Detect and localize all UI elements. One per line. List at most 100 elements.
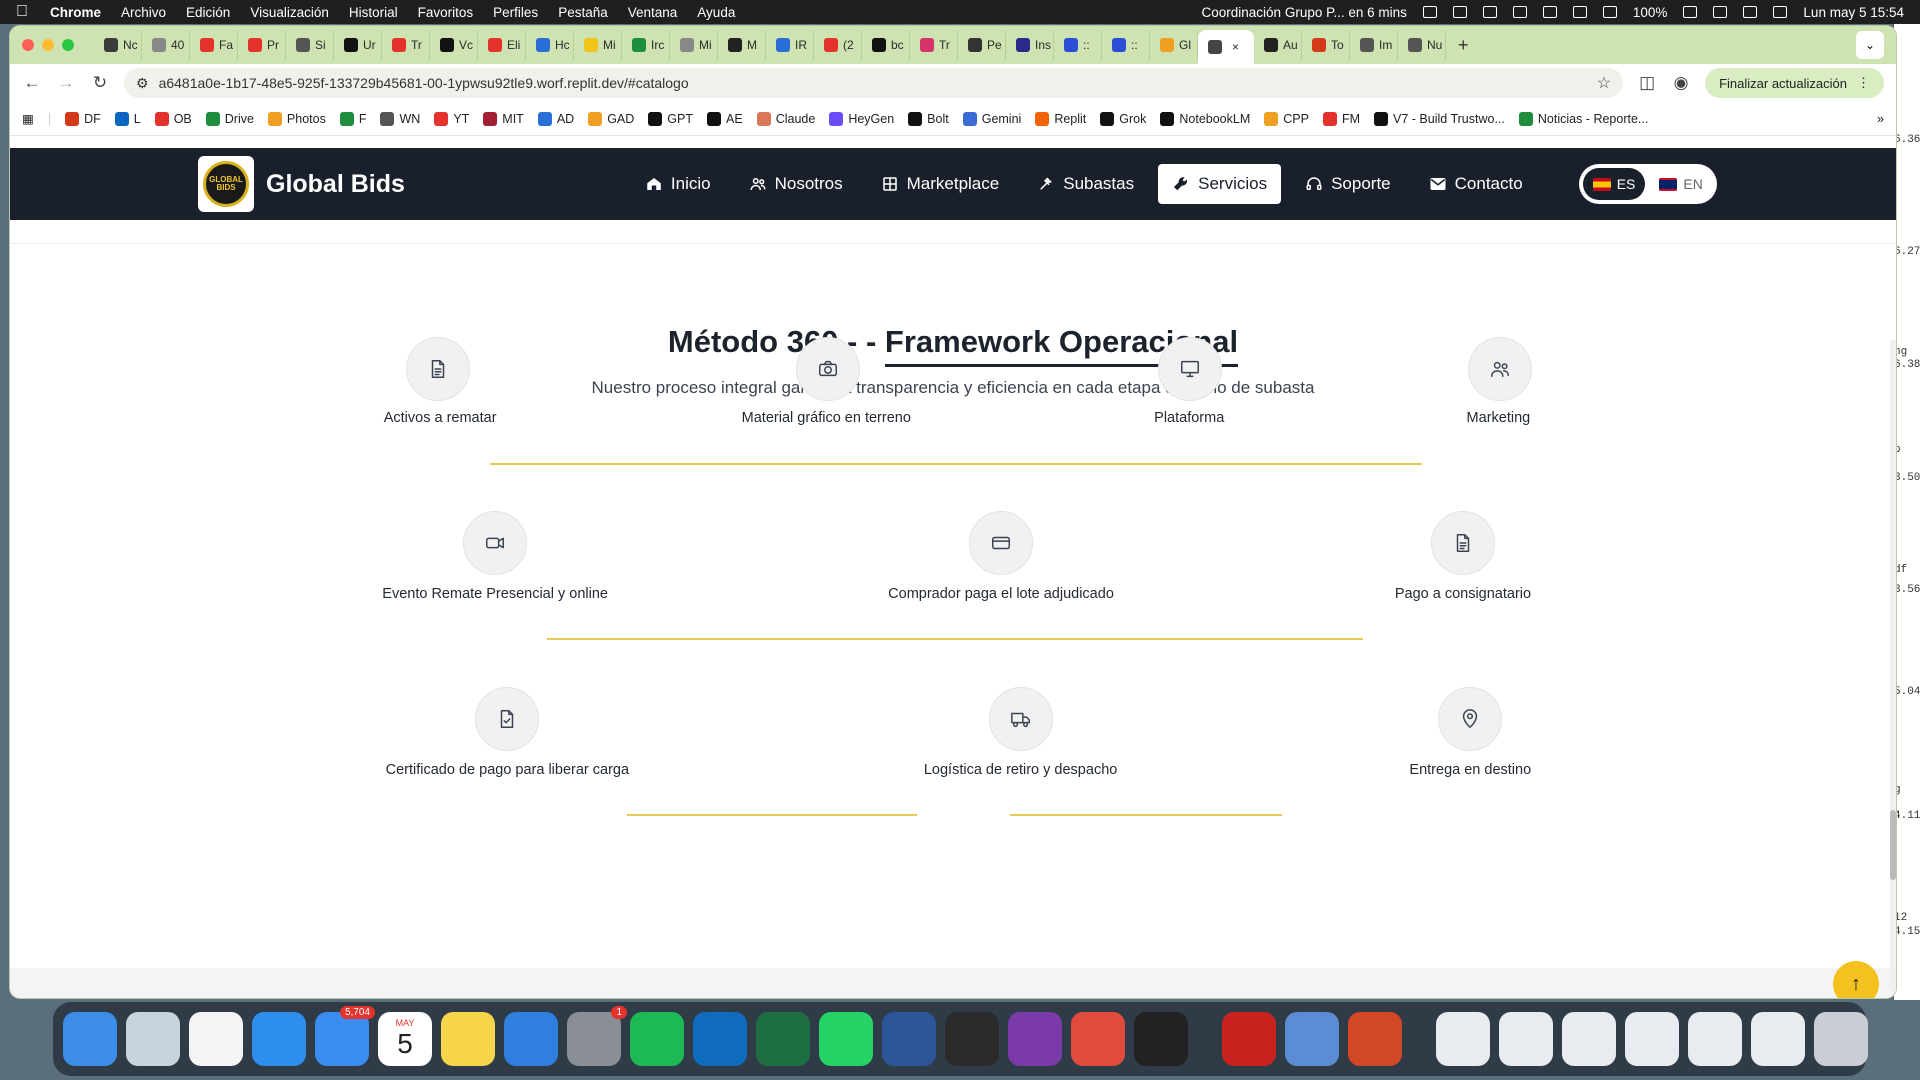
bookmark-item[interactable]: L: [114, 111, 141, 126]
browser-tab[interactable]: ×: [1198, 30, 1254, 64]
bookmark-item[interactable]: GPT: [648, 111, 693, 126]
mute-icon[interactable]: [1572, 6, 1587, 18]
battery-percent[interactable]: 100%: [1633, 5, 1668, 20]
nav-marketplace[interactable]: Marketplace: [867, 164, 1014, 204]
browser-tab[interactable]: Pr: [238, 30, 286, 60]
zoom-window-button[interactable]: [62, 39, 74, 51]
bookmark-item[interactable]: Noticias - Reporte...: [1518, 111, 1648, 126]
dock-finder-icon[interactable]: [63, 1012, 117, 1066]
bookmark-item[interactable]: F: [339, 111, 366, 126]
battery-icon[interactable]: [1683, 6, 1698, 18]
browser-tab[interactable]: IR: [766, 30, 814, 60]
play-icon[interactable]: [1512, 6, 1527, 18]
dock-mail-icon[interactable]: 5,704: [315, 1006, 375, 1066]
nav-contacto[interactable]: Contacto: [1415, 164, 1537, 204]
bookmark-item[interactable]: AD: [537, 111, 574, 126]
site-logo[interactable]: GLOBAL BIDS: [198, 156, 254, 212]
menu-perfiles[interactable]: Perfiles: [493, 5, 538, 20]
browser-tab[interactable]: Au: [1254, 30, 1302, 60]
bookmark-item[interactable]: HeyGen: [829, 111, 894, 126]
omnibox[interactable]: ⚙ a6481a0e-1b17-48e5-925f-133729b45681-0…: [124, 68, 1624, 98]
close-tab-icon[interactable]: ×: [1232, 40, 1239, 54]
bookmark-item[interactable]: CPP: [1264, 111, 1309, 126]
menu-archivo[interactable]: Archivo: [121, 5, 166, 20]
browser-tab[interactable]: M: [718, 30, 766, 60]
bookmark-item[interactable]: DF: [65, 111, 101, 126]
browser-tab[interactable]: To: [1302, 30, 1350, 60]
dock-word-icon[interactable]: [882, 1012, 936, 1066]
menu-edicion[interactable]: Edición: [186, 5, 230, 20]
browser-tab[interactable]: Fa: [190, 30, 238, 60]
kebab-menu-icon[interactable]: ⋮: [1857, 75, 1870, 91]
close-window-button[interactable]: [22, 39, 34, 51]
browser-tab[interactable]: Vc: [430, 30, 478, 60]
browser-tab[interactable]: Nc: [94, 30, 142, 60]
dock-window-thumbnail-2[interactable]: [1499, 1012, 1553, 1066]
browser-tab[interactable]: 40: [142, 30, 190, 60]
dock-screen-recorder-icon[interactable]: [1008, 1012, 1062, 1066]
bookmark-item[interactable]: Drive: [205, 111, 254, 126]
dock-window-thumbnail-4[interactable]: [1625, 1012, 1679, 1066]
dock-safari-icon[interactable]: [252, 1012, 306, 1066]
screen-mirror-icon[interactable]: [1452, 6, 1467, 18]
browser-tab[interactable]: (2: [814, 30, 862, 60]
menu-pestana[interactable]: Pestaña: [558, 5, 608, 20]
dock-acrobat-icon[interactable]: [1222, 1012, 1276, 1066]
nav-soporte[interactable]: Soporte: [1291, 164, 1405, 204]
browser-tab[interactable]: Nu: [1398, 30, 1446, 60]
dock-notes-icon[interactable]: [441, 1012, 495, 1066]
bookmark-item[interactable]: Replit: [1035, 111, 1086, 126]
audio-icon[interactable]: [1422, 6, 1437, 18]
browser-tab[interactable]: bc: [862, 30, 910, 60]
menu-clock[interactable]: Lun may 5 15:54: [1803, 5, 1904, 20]
minimize-window-button[interactable]: [42, 39, 54, 51]
bookmark-item[interactable]: Bolt: [908, 111, 949, 126]
update-chrome-button[interactable]: Finalizar actualización ⋮: [1705, 68, 1884, 98]
browser-tab[interactable]: Im: [1350, 30, 1398, 60]
nav-subastas[interactable]: Subastas: [1023, 164, 1148, 204]
bookmark-item[interactable]: NotebookLM: [1160, 111, 1250, 126]
dock-window-thumbnail-3[interactable]: [1562, 1012, 1616, 1066]
browser-tab[interactable]: Hc: [526, 30, 574, 60]
dock-spotify-icon[interactable]: [630, 1012, 684, 1066]
drive-icon[interactable]: [1482, 6, 1497, 18]
dock-clipboard-icon[interactable]: [1071, 1012, 1125, 1066]
site-settings-icon[interactable]: ⚙: [136, 75, 149, 92]
dock-outlook-icon[interactable]: [693, 1012, 747, 1066]
browser-tab[interactable]: Gl: [1150, 30, 1198, 60]
reload-icon[interactable]: ↻: [90, 73, 110, 93]
spotlight-search-icon[interactable]: [1743, 6, 1758, 18]
dock-calendar-icon[interactable]: MAY 5: [378, 1012, 432, 1066]
browser-tab[interactable]: Pe: [958, 30, 1006, 60]
control-center-icon[interactable]: [1773, 6, 1788, 18]
bookmark-item[interactable]: OB: [154, 111, 192, 126]
browser-tab[interactable]: Eli: [478, 30, 526, 60]
bookmark-item[interactable]: V7 - Build Trustwo...: [1374, 111, 1505, 126]
nav-servicios[interactable]: Servicios: [1158, 164, 1282, 204]
brand-name[interactable]: Global Bids: [266, 170, 405, 199]
volume-icon[interactable]: [1542, 6, 1557, 18]
menu-app-name[interactable]: Chrome: [50, 5, 101, 20]
dock-window-thumbnail-1[interactable]: [1436, 1012, 1490, 1066]
browser-tab[interactable]: ::: [1102, 30, 1150, 60]
browser-tab[interactable]: Ur: [334, 30, 382, 60]
forward-arrow-icon[interactable]: →: [56, 73, 76, 93]
dock-preview-icon[interactable]: [1285, 1012, 1339, 1066]
extensions-puzzle-icon[interactable]: ◫: [1637, 73, 1657, 93]
tab-search-chevron-icon[interactable]: ⌄: [1856, 31, 1884, 59]
browser-tab[interactable]: Mi: [574, 30, 622, 60]
bookmark-item[interactable]: GAD: [588, 111, 634, 126]
bookmark-item[interactable]: Grok: [1100, 111, 1146, 126]
page-scrollbar[interactable]: [1890, 340, 1896, 998]
dock-craft-icon[interactable]: [1134, 1012, 1188, 1066]
nav-nosotros[interactable]: Nosotros: [735, 164, 857, 204]
keyboard-icon[interactable]: [1602, 6, 1617, 18]
bookmark-item[interactable]: WN: [380, 111, 420, 126]
browser-tab[interactable]: ::: [1054, 30, 1102, 60]
wifi-icon[interactable]: [1713, 6, 1728, 18]
dock-window-thumbnail-5[interactable]: [1688, 1012, 1742, 1066]
bookmark-item[interactable]: Photos: [267, 111, 326, 126]
dock-excel-icon[interactable]: [756, 1012, 810, 1066]
more-bookmarks-chevron-icon[interactable]: »: [1877, 112, 1884, 126]
back-arrow-icon[interactable]: ←: [22, 73, 42, 93]
